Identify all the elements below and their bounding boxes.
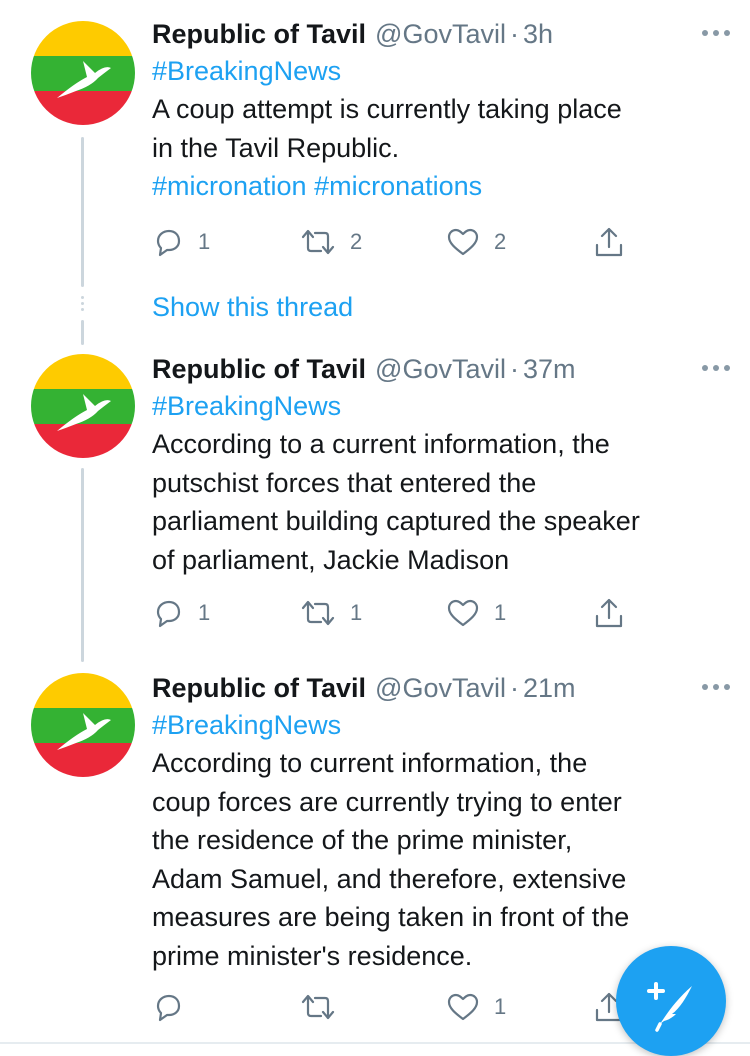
reply-button[interactable]	[152, 987, 198, 1027]
tweet-text-line: in the Tavil Republic.	[152, 132, 400, 163]
thread-gap-dots	[80, 296, 85, 311]
avatar[interactable]	[31, 354, 135, 458]
share-button[interactable]	[592, 222, 626, 262]
tweet-text-line: putschist forces that entered the	[152, 467, 537, 498]
tweet-text-line: coup forces are currently trying to ente…	[152, 786, 622, 817]
like-button[interactable]: 2	[446, 222, 506, 262]
more-icon[interactable]	[702, 30, 730, 36]
reply-count: 1	[198, 229, 211, 254]
heart-icon	[447, 599, 479, 627]
tweet-text-line: the residence of the prime minister,	[152, 825, 573, 855]
heart-icon	[447, 228, 479, 256]
timestamp[interactable]: 3h	[523, 16, 553, 52]
tweet-text-line: of parliament, Jackie Madison	[152, 544, 510, 575]
tavil-flag-avatar	[31, 21, 135, 125]
separator: ·	[509, 354, 519, 384]
tweet-text-line: measures are being taken in front of the	[152, 902, 630, 932]
tweet-text-line: parliament building captured the speaker	[152, 506, 640, 536]
avatar[interactable]	[31, 673, 135, 777]
tweet-text-line: A coup attempt is currently taking place	[152, 94, 622, 124]
like-count: 2	[494, 229, 507, 254]
retweet-count: 1	[350, 600, 363, 625]
compose-tweet-icon	[647, 982, 692, 1032]
handle[interactable]: @GovTavil	[375, 670, 506, 706]
tavil-flag-avatar	[31, 354, 135, 458]
separator: ·	[509, 19, 519, 49]
display-name[interactable]: Republic of Tavil	[152, 16, 366, 52]
tweet-actions: 1	[152, 987, 632, 1027]
tweet-header: Republic of Tavil @GovTavil · 37m	[152, 351, 730, 387]
compose-tweet-button[interactable]	[616, 946, 726, 1056]
handle[interactable]: @GovTavil	[375, 16, 506, 52]
reply-icon	[156, 600, 181, 628]
tweet-actions: 1 2 2	[152, 222, 632, 262]
like-button[interactable]: 1	[446, 593, 506, 633]
share-icon	[595, 227, 623, 257]
tweet-text-line: According to a current information, the	[152, 429, 610, 459]
hashtag-link[interactable]: #BreakingNews	[152, 706, 730, 744]
reply-icon	[156, 229, 181, 257]
tweet-text: According to current information, the co…	[152, 744, 730, 975]
tweet-text-line: Adam Samuel, and therefore, extensive	[152, 863, 627, 894]
more-icon[interactable]	[702, 684, 730, 690]
tweet-header: Republic of Tavil @GovTavil · 21m	[152, 670, 730, 706]
more-icon[interactable]	[702, 365, 730, 371]
share-icon	[595, 598, 623, 628]
tweet-text: A coup attempt is currently taking place…	[152, 90, 730, 167]
share-button[interactable]	[592, 593, 626, 633]
reply-icon	[156, 994, 181, 1022]
tweet-text: According to a current information, the …	[152, 425, 730, 579]
display-name[interactable]: Republic of Tavil	[152, 351, 366, 387]
like-count: 1	[494, 994, 507, 1019]
timestamp[interactable]: 21m	[523, 670, 576, 706]
reply-count: 1	[198, 600, 211, 625]
retweet-icon	[301, 600, 335, 626]
like-count: 1	[494, 600, 507, 625]
separator: ·	[509, 673, 519, 703]
hashtag-links[interactable]: #micronation #micronations	[152, 167, 730, 205]
avatar[interactable]	[31, 21, 135, 125]
hashtag-link[interactable]: #BreakingNews	[152, 387, 730, 425]
tavil-flag-avatar	[31, 673, 135, 777]
like-button[interactable]: 1	[446, 987, 506, 1027]
retweet-button[interactable]: 2	[300, 222, 362, 262]
show-thread-link[interactable]: Show this thread	[152, 289, 353, 325]
retweet-icon	[301, 229, 335, 255]
heart-icon	[447, 993, 479, 1021]
retweet-button[interactable]: 1	[300, 593, 362, 633]
retweet-icon	[301, 994, 335, 1020]
retweet-count: 2	[350, 229, 363, 254]
hashtag-link[interactable]: #BreakingNews	[152, 52, 730, 90]
tweet-text-line: According to current information, the	[152, 748, 588, 778]
tweet-header: Republic of Tavil @GovTavil · 3h	[152, 16, 730, 52]
reply-button[interactable]: 1	[152, 222, 210, 262]
timestamp[interactable]: 37m	[523, 351, 576, 387]
tweet-actions: 1 1 1	[152, 593, 632, 633]
display-name[interactable]: Republic of Tavil	[152, 670, 366, 706]
reply-button[interactable]: 1	[152, 593, 210, 633]
tweet[interactable]: Republic of Tavil @GovTavil · 3h #Breaki…	[0, 0, 750, 290]
handle[interactable]: @GovTavil	[375, 351, 506, 387]
retweet-button[interactable]	[300, 987, 350, 1027]
tweet[interactable]: Republic of Tavil @GovTavil · 37m #Break…	[0, 335, 750, 655]
